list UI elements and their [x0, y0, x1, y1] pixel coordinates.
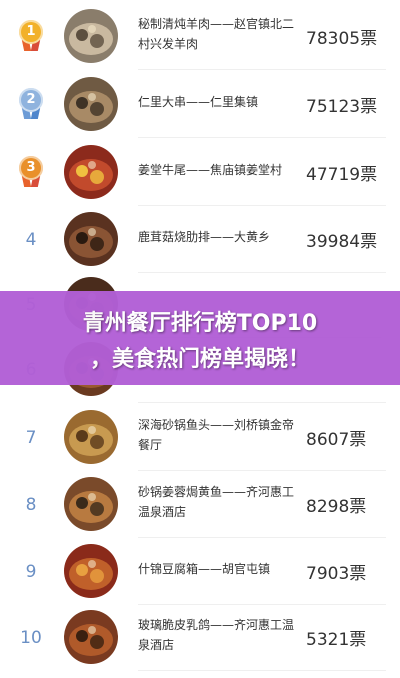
dish-thumbnail [64, 410, 118, 464]
dish-name: 深海砂锅鱼头——刘桥镇金帝餐厅 [138, 418, 295, 452]
dish-thumbnail [64, 9, 118, 63]
dish-photo-icon [64, 9, 118, 63]
ranking-row[interactable]: 8 砂锅姜蓉焗黄鱼——齐河惠工温泉酒店 8298票 [0, 470, 400, 538]
medal-number: 1 [19, 20, 43, 44]
rank-number: 4 [14, 223, 48, 257]
ranking-row[interactable]: 7 深海砂锅鱼头——刘桥镇金帝餐厅 8607票 [0, 403, 400, 471]
dish-photo-icon [64, 145, 118, 199]
ranking-row[interactable]: 10 玻璃脆皮乳鸽——齐河惠工温泉酒店 5321票 [0, 603, 400, 671]
vote-count: 7903票 [306, 564, 367, 584]
ranking-row[interactable]: 1 秘制清炖羊肉——赵官镇北二村兴发羊肉 78305票 [0, 2, 400, 70]
rank-number-text: 8 [25, 495, 37, 515]
ranking-row[interactable]: 9 什锦豆腐箱——胡官屯镇 7903票 [0, 537, 400, 605]
rank-number-text: 9 [25, 562, 37, 582]
dish-name: 什锦豆腐箱——胡官屯镇 [138, 562, 271, 576]
dish-thumbnail [64, 145, 118, 199]
dish-thumbnail [64, 544, 118, 598]
vote-count: 47719票 [306, 165, 378, 185]
rank-number: 9 [14, 555, 48, 589]
dish-name: 玻璃脆皮乳鸽——齐河惠工温泉酒店 [138, 618, 295, 652]
ranking-row[interactable]: 4 鹿茸菇烧肋排——大黄乡 39984票 [0, 205, 400, 273]
vote-count: 8607票 [306, 430, 367, 450]
dish-thumbnail [64, 477, 118, 531]
rank-medal-icon: 3 [14, 156, 48, 190]
ranking-row[interactable]: 3 姜堂牛尾——焦庙镇姜堂村 47719票 [0, 138, 400, 206]
vote-count: 8298票 [306, 497, 367, 517]
ranking-row[interactable]: 2 仁里大串——仁里集镇 75123票 [0, 70, 400, 138]
dish-photo-icon [64, 610, 118, 664]
dish-photo-icon [64, 77, 118, 131]
medal-number: 2 [19, 88, 43, 112]
rank-medal-icon: 2 [14, 88, 48, 122]
medal-number: 3 [19, 156, 43, 180]
row-divider [138, 670, 386, 671]
dish-name: 仁里大串——仁里集镇 [138, 95, 259, 109]
rank-number-text: 10 [20, 628, 42, 648]
rank-number: 10 [14, 621, 48, 655]
dish-name: 砂锅姜蓉焗黄鱼——齐河惠工温泉酒店 [138, 485, 295, 519]
dish-thumbnail [64, 212, 118, 266]
dish-thumbnail [64, 77, 118, 131]
vote-count: 39984票 [306, 232, 378, 252]
dish-name: 姜堂牛尾——焦庙镇姜堂村 [138, 163, 283, 177]
vote-count: 75123票 [306, 97, 378, 117]
dish-photo-icon [64, 410, 118, 464]
rank-number: 8 [14, 488, 48, 522]
dish-thumbnail [64, 610, 118, 664]
rank-medal-icon: 1 [14, 20, 48, 54]
banner-title-line-2: ，美食热门榜单揭晓！ [89, 347, 310, 372]
dish-photo-icon [64, 212, 118, 266]
dish-photo-icon [64, 477, 118, 531]
vote-count: 5321票 [306, 630, 367, 650]
title-banner: 青州餐厅排行榜TOP10 ，美食热门榜单揭晓！ [0, 291, 400, 385]
rank-number: 7 [14, 421, 48, 455]
rank-number-text: 4 [25, 230, 37, 250]
dish-name: 秘制清炖羊肉——赵官镇北二村兴发羊肉 [138, 17, 295, 51]
dish-photo-icon [64, 544, 118, 598]
dish-name: 鹿茸菇烧肋排——大黄乡 [138, 230, 271, 244]
vote-count: 78305票 [306, 29, 378, 49]
banner-title-line-1: 青州餐厅排行榜TOP10 [82, 311, 318, 336]
rank-number-text: 7 [25, 428, 37, 448]
